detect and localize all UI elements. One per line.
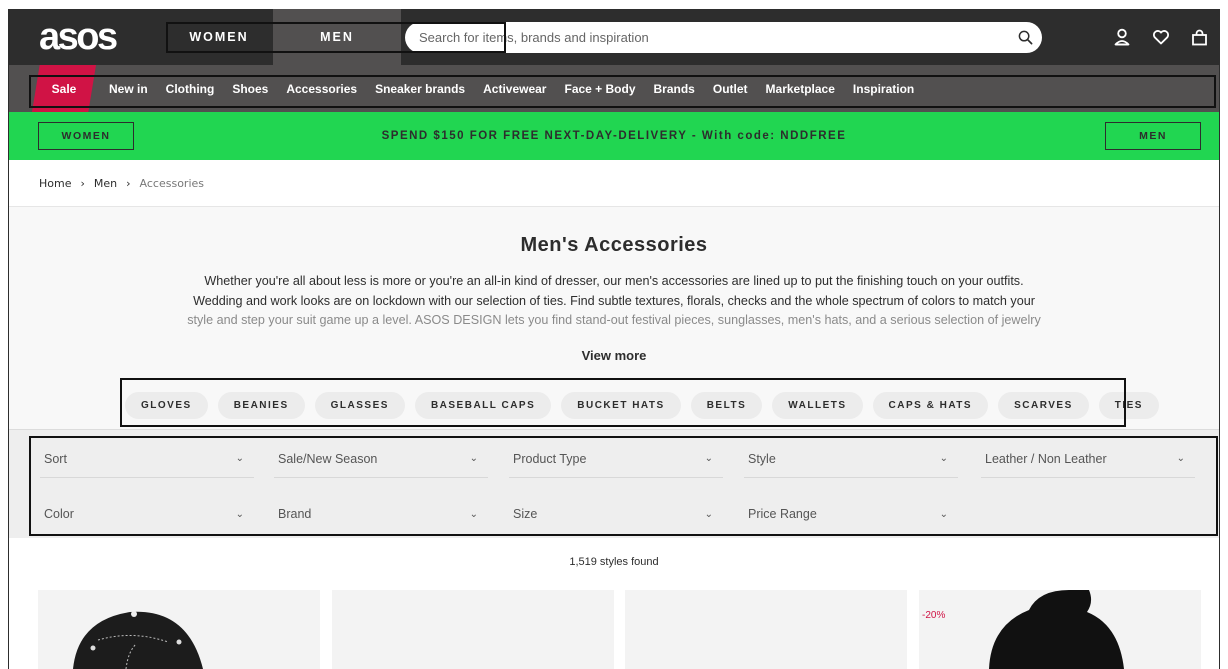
asos-logo[interactable]: asos (9, 9, 165, 65)
product-image-cap (73, 611, 203, 669)
nav-item-sale[interactable]: Sale (32, 65, 96, 112)
chevron-right-icon: › (80, 176, 85, 190)
filter-label: Style (748, 451, 776, 466)
search-bar (405, 22, 1042, 53)
filter-label: Color (44, 507, 74, 521)
nav-item-face-body[interactable]: Face + Body (555, 65, 644, 112)
search-input[interactable] (405, 22, 1008, 53)
nav-item-new-in[interactable]: New in (96, 65, 157, 112)
chevron-down-icon: ⌄ (1176, 453, 1185, 464)
top-header: asos WOMEN MEN (9, 9, 1219, 65)
intro-line: Wedding and work looks are on lockdown w… (193, 293, 1035, 308)
frame-right (1219, 9, 1220, 669)
filter-color[interactable]: Color ⌄ (40, 495, 254, 533)
bag-button[interactable] (1180, 9, 1219, 65)
pill-belts[interactable]: BELTS (690, 392, 763, 419)
nav-item-shoes[interactable]: Shoes (223, 65, 277, 112)
nav-item-outlet[interactable]: Outlet (704, 65, 757, 112)
promo-men-button[interactable]: MEN (1105, 122, 1201, 150)
results-count: 1,519 styles found (569, 556, 659, 568)
nav-item-sneaker-brands[interactable]: Sneaker brands (366, 65, 474, 112)
product-card[interactable] (332, 590, 614, 669)
promo-banner: WOMEN SPEND $150 FOR FREE NEXT-DAY-DELIV… (9, 112, 1219, 160)
filter-label: Price Range (748, 507, 817, 521)
search-button[interactable] (1008, 22, 1042, 53)
product-card[interactable]: -20% (919, 590, 1201, 669)
product-card[interactable] (38, 590, 320, 669)
chevron-down-icon: ⌄ (235, 453, 244, 464)
category-nav: Sale New in Clothing Shoes Accessories S… (9, 65, 1219, 112)
chevron-down-icon: ⌄ (704, 453, 713, 464)
account-button[interactable] (1102, 9, 1141, 65)
filter-product-type[interactable]: Product Type ⌄ (509, 440, 723, 478)
breadcrumb-home[interactable]: Home (39, 177, 71, 190)
promo-women-button[interactable]: WOMEN (38, 122, 134, 150)
chevron-down-icon: ⌄ (704, 508, 713, 520)
chevron-right-icon: › (126, 176, 131, 190)
filter-label: Sale/New Season (278, 451, 378, 466)
tab-women[interactable]: WOMEN (165, 9, 273, 65)
nav-item-brands[interactable]: Brands (645, 65, 704, 112)
pill-glasses[interactable]: GLASSES (314, 392, 405, 419)
filter-sale-new-season[interactable]: Sale/New Season ⌄ (274, 440, 488, 478)
filter-label: Leather / Non Leather (985, 451, 1107, 466)
filter-brand[interactable]: Brand ⌄ (274, 495, 488, 533)
pill-baseball-caps[interactable]: BASEBALL CAPS (414, 392, 552, 419)
filter-leather[interactable]: Leather / Non Leather ⌄ (981, 440, 1195, 478)
filter-label: Product Type (513, 451, 587, 466)
view-more-button[interactable]: View more (582, 348, 647, 363)
pill-gloves[interactable]: GLOVES (125, 392, 208, 419)
chevron-down-icon: ⌄ (469, 508, 478, 520)
filter-size[interactable]: Size ⌄ (509, 495, 723, 533)
breadcrumb-accessories: Accessories (139, 176, 204, 190)
nav-item-marketplace[interactable]: Marketplace (757, 65, 844, 112)
header-icons (1102, 9, 1219, 65)
filter-sort[interactable]: Sort ⌄ (40, 440, 254, 478)
nav-item-clothing[interactable]: Clothing (157, 65, 224, 112)
chevron-down-icon: ⌄ (939, 453, 948, 464)
category-pills-row: GLOVES BEANIES GLASSES BASEBALL CAPS BUC… (9, 385, 1219, 429)
filter-panel: Sort ⌄ Sale/New Season ⌄ Product Type ⌄ … (9, 429, 1219, 538)
bag-icon (1192, 29, 1207, 45)
pill-beanies[interactable]: BEANIES (217, 392, 305, 419)
product-card[interactable] (625, 590, 907, 669)
filter-label: Size (513, 507, 538, 521)
account-icon (1114, 28, 1129, 46)
category-intro: Men's Accessories Whether you're all abo… (9, 207, 1219, 385)
chevron-down-icon: ⌄ (235, 508, 244, 520)
category-pills: GLOVES BEANIES GLASSES BASEBALL CAPS BUC… (125, 392, 1159, 419)
promo-text[interactable]: SPEND $150 FOR FREE NEXT-DAY-DELIVERY - … (382, 130, 847, 142)
pill-bucket-hats[interactable]: BUCKET HATS (561, 392, 681, 419)
intro-line: Whether you're all about less is more or… (204, 274, 1024, 288)
tab-men[interactable]: MEN (273, 9, 401, 65)
chevron-down-icon: ⌄ (469, 453, 478, 464)
search-icon (1018, 30, 1032, 45)
filter-style[interactable]: Style ⌄ (744, 440, 958, 478)
pill-caps-hats[interactable]: CAPS & HATS (872, 392, 989, 419)
pill-scarves[interactable]: SCARVES (998, 392, 1089, 419)
saved-items-button[interactable] (1141, 9, 1180, 65)
breadcrumb-men[interactable]: Men (94, 177, 117, 190)
breadcrumb: Home › Men › Accessories (9, 160, 1219, 207)
product-image-model (989, 590, 1124, 669)
nav-item-accessories[interactable]: Accessories (277, 65, 366, 112)
pill-wallets[interactable]: WALLETS (772, 392, 863, 419)
page-title: Men's Accessories (520, 234, 708, 256)
intro-line: style and step your suit game up a level… (187, 313, 1041, 327)
filter-label: Brand (278, 507, 312, 521)
filter-price-range[interactable]: Price Range ⌄ (744, 495, 958, 533)
intro-description: Whether you're all about less is more or… (134, 272, 1094, 332)
chevron-down-icon: ⌄ (939, 508, 948, 520)
pill-ties[interactable]: TIES (1098, 392, 1159, 419)
heart-icon (1152, 30, 1169, 45)
filter-label: Sort (44, 451, 67, 466)
nav-item-activewear[interactable]: Activewear (474, 65, 555, 112)
discount-badge: -20% (922, 610, 946, 621)
nav-item-inspiration[interactable]: Inspiration (844, 65, 923, 112)
